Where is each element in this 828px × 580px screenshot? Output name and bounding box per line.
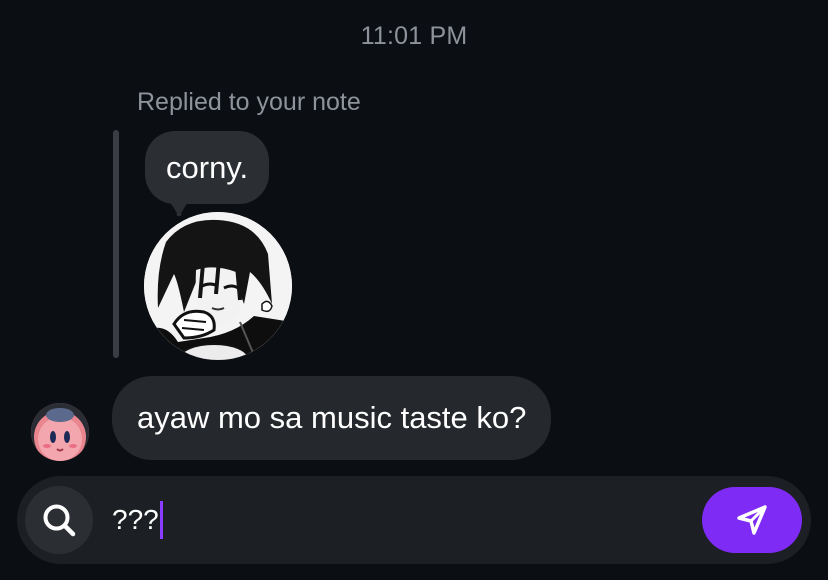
- message-input[interactable]: ???: [112, 496, 672, 544]
- kirby-avatar-image: [31, 403, 89, 461]
- note-bubble-tail: [166, 196, 192, 216]
- chat-screen: 11:01 PM Replied to your note corny. aya…: [0, 0, 828, 580]
- sender-avatar[interactable]: [31, 403, 89, 461]
- manga-portrait-image: [144, 212, 292, 360]
- send-button[interactable]: [702, 487, 802, 553]
- message-bubble[interactable]: ayaw mo sa music taste ko?: [112, 376, 552, 460]
- search-icon: [43, 504, 76, 537]
- note-bubble[interactable]: corny.: [145, 131, 270, 204]
- message-input-text: ???: [112, 504, 159, 535]
- search-button[interactable]: [25, 486, 93, 554]
- text-caret: [159, 501, 163, 539]
- reply-context-label: Replied to your note: [137, 88, 361, 116]
- note-author-avatar[interactable]: [144, 212, 292, 360]
- message-timestamp: 11:01 PM: [360, 22, 468, 50]
- reply-indicator-bar: [113, 130, 119, 358]
- send-icon: [737, 505, 767, 535]
